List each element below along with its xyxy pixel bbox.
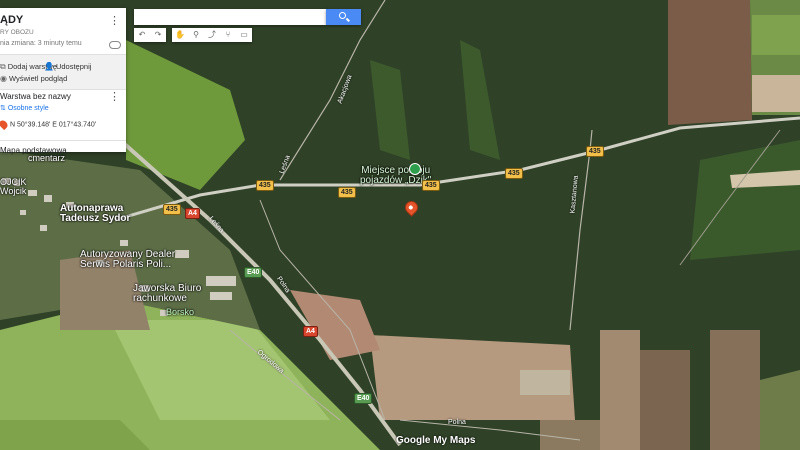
cloud-saved-icon — [109, 41, 121, 49]
road-shield-435: 435 — [338, 187, 356, 198]
preview-label: Wyświetl podgląd — [8, 74, 68, 83]
ruler-icon[interactable]: ▭ — [236, 28, 252, 42]
undo-icon[interactable]: ↶ — [134, 28, 150, 42]
preview-button[interactable]: ◉ Wyświetl podgląd — [0, 74, 67, 83]
place-label-biuro: Jaworska Biuro rachunkowe — [133, 283, 202, 304]
preview-icon: ◉ — [0, 74, 7, 83]
basemap-toggle[interactable]: Mapa podstawowa — [0, 146, 67, 155]
last-edit-text: nia zmiana: 3 minuty temu — [0, 40, 82, 47]
road-shield-a4: A4 — [303, 326, 318, 337]
layer-feature-item[interactable]: N 50°39.148' E 017°43.740' — [0, 118, 97, 131]
map-title[interactable]: ĄDY — [0, 14, 23, 26]
share-icon: 👤 — [44, 62, 54, 71]
layer-style-label: Osobne style — [7, 105, 49, 112]
road-shield-435: 435 — [256, 180, 274, 191]
actions-section: ⧉ Dodaj warstwę 👤 Udostępnij ◉ Wyświetl pod… — [0, 55, 126, 89]
directions-icon[interactable]: ⑂ — [220, 28, 236, 42]
place-label-wojcik: OJCIK Wojcik — [0, 177, 27, 196]
map-description[interactable]: RY OBOZU — [0, 29, 34, 36]
hand-icon[interactable]: ✋ — [172, 28, 188, 42]
divider — [0, 89, 126, 90]
search-button[interactable] — [326, 9, 361, 25]
road-shield-e40: E40 — [244, 267, 263, 278]
history-tools: ↶ ↷ — [134, 28, 166, 42]
layer-name[interactable]: Warstwa bez nazwy — [0, 92, 71, 101]
road-shield-435: 435 — [505, 168, 523, 179]
place-label-borsko: Borsko — [166, 307, 195, 317]
road-shield-435: 435 — [163, 204, 181, 215]
map-toolbar: ↶ ↷ ✋ ⚲ ⤴ ⑂ ▭ — [134, 28, 258, 42]
road-shield-a4: A4 — [185, 208, 200, 219]
search-icon — [339, 12, 346, 19]
add-layer-icon: ⧉ — [0, 62, 6, 71]
share-button[interactable]: 👤 Udostępnij — [44, 62, 91, 71]
layer-style-link[interactable]: ⇅ Osobne style — [0, 104, 49, 112]
feature-coordinates: N 50°39.148' E 017°43.740' — [10, 121, 97, 129]
draw-line-icon[interactable]: ⤴ — [204, 28, 220, 42]
place-label-dealer: Autoryzowany Dealer Serwis Polaris Poli.… — [80, 249, 176, 270]
google-my-maps-logo: Google My Maps — [396, 435, 476, 446]
road-shield-e40: E40 — [354, 393, 373, 404]
divider — [0, 140, 126, 141]
edit-tools: ✋ ⚲ ⤴ ⑂ ▭ — [172, 28, 252, 42]
layer-menu-icon[interactable]: ⋮ — [109, 92, 120, 103]
map-side-panel: ĄDY ⋮ RY OBOZU nia zmiana: 3 minuty temu… — [0, 8, 126, 155]
marker-icon — [0, 118, 10, 131]
map-menu-icon[interactable]: ⋮ — [109, 16, 120, 27]
search-input[interactable] — [134, 9, 326, 25]
place-label-autonaprawa: Autonaprawa Tadeusz Sydor — [60, 203, 131, 224]
parking-poi-icon[interactable] — [409, 163, 421, 175]
share-label: Udostępnij — [55, 62, 92, 71]
road-shield-435: 435 — [586, 146, 604, 157]
add-marker-icon[interactable]: ⚲ — [188, 28, 204, 42]
redo-icon[interactable]: ↷ — [150, 28, 166, 42]
road-shield-435: 435 — [422, 180, 440, 191]
street-label-polna-2: Polna — [448, 419, 466, 426]
